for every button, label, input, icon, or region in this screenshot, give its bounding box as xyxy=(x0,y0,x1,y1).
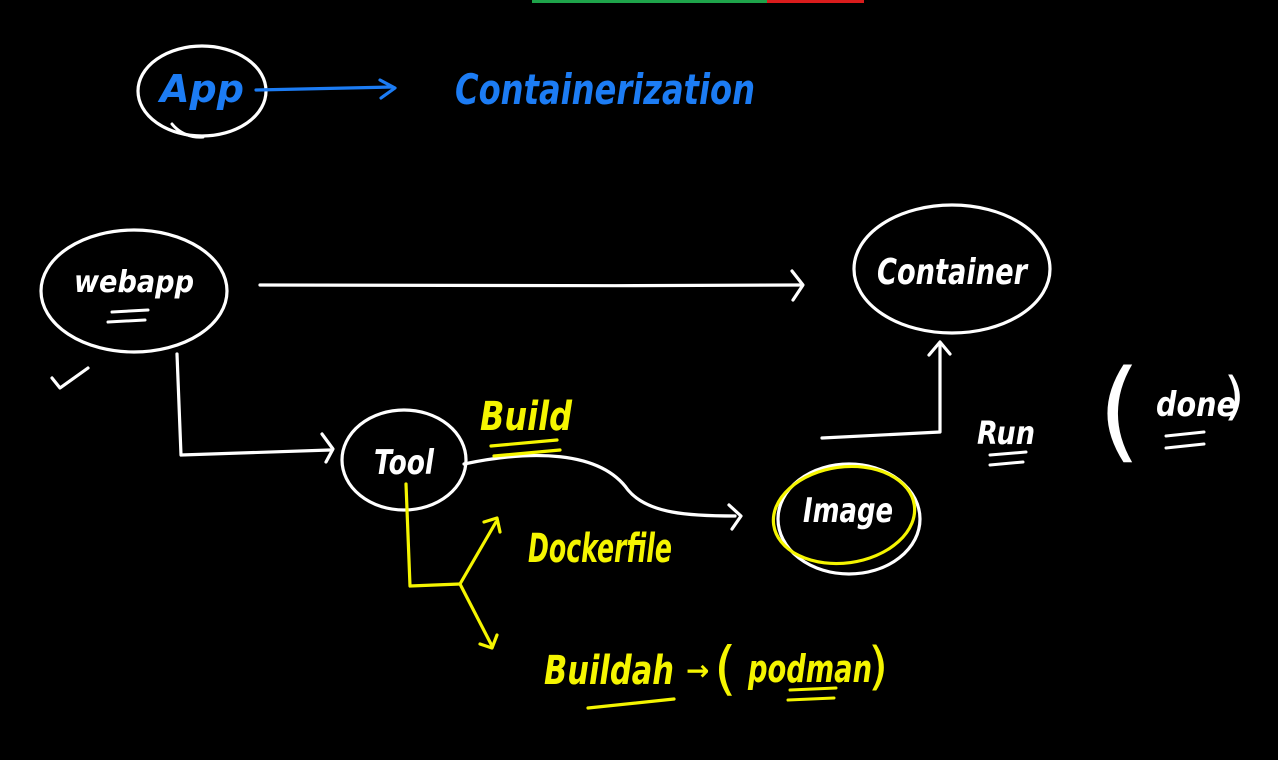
podman-label: podman xyxy=(747,647,872,691)
webapp-underline-1 xyxy=(110,308,150,314)
app-label: App xyxy=(157,67,244,111)
buildah-label: Buildah xyxy=(544,648,674,694)
done-underline-1 xyxy=(1164,430,1206,438)
webapp-to-tool-arrowhead xyxy=(320,432,335,464)
tool-to-image-curve xyxy=(462,453,737,518)
webapp-underline-2 xyxy=(106,318,147,324)
build-underline-1 xyxy=(489,438,559,448)
podman-open-paren: ( xyxy=(714,634,737,702)
app-arrow-line xyxy=(254,85,394,92)
done-close-paren: ) xyxy=(1224,367,1244,427)
run-underline-2 xyxy=(988,460,1025,467)
image-label: Image xyxy=(803,491,893,531)
tool-label: Tool xyxy=(374,443,435,483)
image-to-container-connector xyxy=(820,344,942,440)
run-label: Run xyxy=(977,414,1035,452)
containerization-label: Containerization xyxy=(455,65,755,114)
webapp-to-tool-connector xyxy=(175,352,332,457)
tool-to-buildah-branch xyxy=(458,582,494,648)
done-underline-2 xyxy=(1164,442,1206,450)
podman-close-paren: ) xyxy=(868,637,888,697)
buildah-podman-arrow: → xyxy=(686,654,709,687)
app-arrow-head xyxy=(378,78,397,100)
webapp-label: webapp xyxy=(74,265,194,300)
buildah-underline xyxy=(586,697,676,710)
container-label: Container xyxy=(877,252,1029,293)
whiteboard-canvas: App Containerization webapp Container To… xyxy=(39,44,1244,710)
run-underline-1 xyxy=(988,450,1028,457)
podman-underline-2 xyxy=(786,696,836,702)
done-open-paren: ( xyxy=(1098,346,1141,474)
dockerfile-label: Dockerfile xyxy=(528,526,672,572)
build-label: Build xyxy=(480,394,572,440)
tool-options-stem xyxy=(404,482,462,588)
checkmark-icon xyxy=(50,366,90,390)
tool-to-dockerfile-branch xyxy=(458,520,498,586)
webapp-to-container-arrow xyxy=(258,283,802,288)
